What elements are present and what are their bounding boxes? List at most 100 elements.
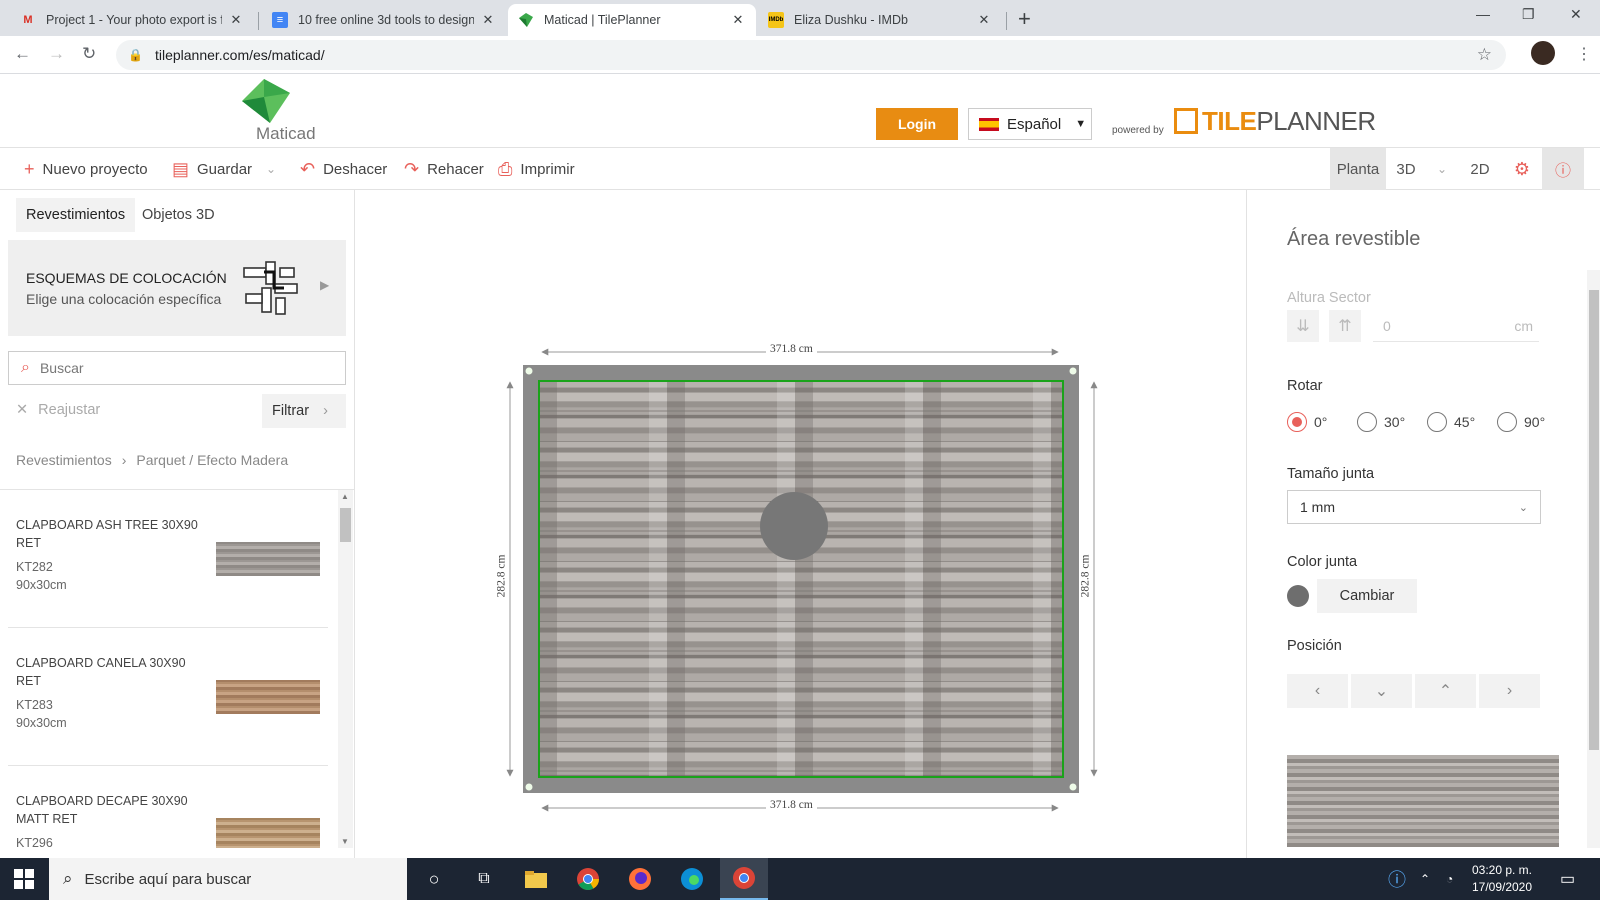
scheme-title: ESQUEMAS DE COLOCACIÓN — [26, 270, 227, 286]
notifications-icon[interactable]: ▭ — [1560, 858, 1575, 900]
browser-menu-icon[interactable]: ⋮ — [1576, 44, 1592, 64]
filter-button[interactable]: Filtrar › — [262, 394, 346, 428]
properties-scrollbar[interactable] — [1587, 270, 1600, 848]
rotation-radio-0[interactable]: 0° — [1287, 412, 1327, 432]
clock-date: 17/09/2020 — [1471, 880, 1533, 894]
rotation-radio-45[interactable]: 45° — [1427, 412, 1475, 432]
chrome-active-icon[interactable] — [720, 858, 768, 900]
minimize-icon[interactable]: — — [1476, 6, 1490, 22]
taskbar-search[interactable]: ⌕ Escribe aquí para buscar — [49, 858, 407, 900]
product-size: 90x30cm — [16, 716, 67, 730]
chevron-down-icon[interactable]: ⌄ — [1426, 148, 1458, 190]
bookmark-star-icon[interactable]: ☆ — [1477, 45, 1492, 65]
windows-taskbar: ⌕ Escribe aquí para buscar ○ ⧉ ⓘ ⌃ ◔ 03:… — [0, 858, 1600, 900]
tray-expand-icon[interactable]: ⌃ — [1420, 858, 1430, 900]
sector-height-input[interactable]: 0 cm — [1373, 310, 1539, 342]
profile-avatar[interactable] — [1531, 41, 1555, 65]
file-explorer-icon[interactable] — [512, 858, 560, 900]
chevron-down-icon[interactable]: ⌄ — [266, 162, 276, 176]
tab-3d-objects[interactable]: Objetos 3D — [132, 198, 225, 232]
help-icon[interactable]: ⓘ — [1388, 858, 1406, 900]
joint-color-swatch[interactable] — [1287, 585, 1309, 607]
chrome-icon[interactable] — [564, 858, 612, 900]
product-list-scrollbar[interactable]: ▲ ▼ — [338, 490, 353, 848]
move-left-icon[interactable]: ‹ — [1287, 674, 1348, 708]
close-tab-icon[interactable]: ✕ — [228, 12, 244, 28]
tab-title: Maticad | TilePlanner — [544, 13, 661, 27]
restore-icon[interactable]: ❐ — [1522, 6, 1535, 23]
width-dimension-bottom: 371.8 cm — [766, 799, 817, 811]
scroll-up-icon[interactable]: ▲ — [341, 492, 349, 501]
scheme-subtitle: Elige una colocación específica — [26, 291, 222, 307]
product-item[interactable]: CLAPBOARD ASH TREE 30X90 RET KT282 90x30… — [8, 490, 328, 628]
product-item[interactable]: CLAPBOARD CANELA 30X90 RET KT283 90x30cm — [8, 628, 328, 766]
browser-tab-docs[interactable]: ≡ 10 free online 3d tools to design ✕ — [262, 4, 506, 36]
new-tab-icon[interactable]: + — [1018, 6, 1031, 32]
product-name: CLAPBOARD CANELA 30X90 RET — [16, 656, 186, 688]
move-down-icon[interactable]: ⌄ — [1351, 674, 1412, 708]
undo-button[interactable]: ↶ Deshacer — [300, 148, 387, 190]
move-up-icon[interactable]: ⌃ — [1415, 674, 1476, 708]
width-dimension-top: 371.8 cm — [766, 343, 817, 355]
rotation-radio-90[interactable]: 90° — [1497, 412, 1545, 432]
wifi-icon[interactable]: ◔ — [1446, 858, 1453, 900]
reload-icon[interactable]: ↻ — [82, 44, 96, 64]
search-input[interactable]: ⌕ Buscar — [8, 351, 346, 385]
rotation-handle[interactable] — [760, 492, 828, 560]
login-button[interactable]: Login — [876, 108, 958, 140]
system-clock[interactable]: 03:20 p. m. 17/09/2020 — [1462, 862, 1542, 896]
chevron-right-icon: › — [323, 403, 328, 419]
floor-plan-canvas[interactable]: 371.8 cm 371.8 cm 282.8 cm 282.8 cm — [356, 190, 1246, 858]
settings-gear-icon[interactable]: ⚙ — [1502, 148, 1542, 190]
view-plan-button[interactable]: Planta — [1330, 148, 1386, 190]
joint-size-label: Tamaño junta — [1287, 466, 1375, 482]
product-item[interactable]: CLAPBOARD DECAPE 30X90 MATT RET KT296 — [8, 766, 328, 848]
sort-descending-icon[interactable]: ⇊ — [1287, 310, 1319, 342]
new-project-button[interactable]: + Nuevo proyecto — [24, 148, 148, 190]
move-right-icon[interactable]: › — [1479, 674, 1540, 708]
firefox-icon[interactable] — [616, 858, 664, 900]
scrollbar-thumb[interactable] — [1589, 290, 1599, 750]
forward-icon[interactable]: → — [48, 44, 65, 64]
breadcrumb: Revestimientos › Parquet / Efecto Madera — [16, 452, 288, 468]
view-3d-button[interactable]: 3D — [1386, 148, 1426, 190]
print-button[interactable]: ⎙ Imprimir — [498, 148, 575, 190]
joint-size-select[interactable]: 1 mm ⌄ — [1287, 490, 1541, 524]
tiled-floor[interactable] — [523, 365, 1079, 793]
search-placeholder: Buscar — [39, 360, 84, 376]
breadcrumb-item[interactable]: Revestimientos — [16, 452, 112, 468]
back-icon[interactable]: ← — [14, 44, 31, 64]
breadcrumb-item[interactable]: Parquet / Efecto Madera — [136, 452, 288, 468]
browser-tab-maticad[interactable]: Maticad | TilePlanner ✕ — [508, 4, 756, 36]
url-field[interactable]: 🔒 tileplanner.com/es/maticad/ ☆ — [116, 40, 1506, 70]
save-icon: ▤ — [172, 158, 190, 179]
scrollbar-thumb[interactable] — [340, 508, 351, 542]
scroll-down-icon[interactable]: ▼ — [341, 837, 349, 846]
tab-coverings[interactable]: Revestimientos — [16, 198, 136, 232]
app-header: Maticad Login Español ▼ powered by TILEP… — [0, 74, 1600, 148]
browser-tab-imdb[interactable]: IMDb Eliza Dushku - IMDb ✕ — [758, 4, 1002, 36]
language-select[interactable]: Español ▼ — [968, 108, 1092, 140]
task-view-icon[interactable]: ⧉ — [460, 858, 508, 900]
change-color-button[interactable]: Cambiar — [1317, 579, 1417, 613]
save-button[interactable]: ▤ Guardar ⌄ — [172, 148, 276, 190]
laying-schemes-card[interactable]: ESQUEMAS DE COLOCACIÓN Elige una colocac… — [8, 240, 346, 336]
redo-button[interactable]: ↷ Rehacer — [404, 148, 484, 190]
windows-start-icon[interactable] — [14, 869, 34, 889]
chevron-right-icon: › — [121, 452, 127, 468]
sort-ascending-icon[interactable]: ⇈ — [1329, 310, 1361, 342]
info-icon[interactable]: ⓘ — [1542, 148, 1584, 190]
close-tab-icon[interactable]: ✕ — [976, 12, 992, 28]
tileplanner-logo: TILEPLANNER — [1202, 106, 1376, 136]
height-dimension-right: 282.8 cm — [1079, 550, 1092, 602]
browser-tab-gmail[interactable]: M Project 1 - Your photo export is finis… — [10, 4, 254, 36]
edge-icon[interactable] — [668, 858, 716, 900]
tileplanner-logo-icon — [1174, 108, 1198, 134]
rotation-radio-30[interactable]: 30° — [1357, 412, 1405, 432]
cortana-icon[interactable]: ○ — [410, 858, 458, 900]
reset-filters-button[interactable]: ✕ Reajustar — [16, 402, 100, 418]
close-tab-icon[interactable]: ✕ — [480, 12, 496, 28]
close-tab-icon[interactable]: ✕ — [730, 12, 746, 28]
view-2d-button[interactable]: 2D — [1458, 148, 1502, 190]
window-close-icon[interactable]: ✕ — [1570, 6, 1582, 23]
